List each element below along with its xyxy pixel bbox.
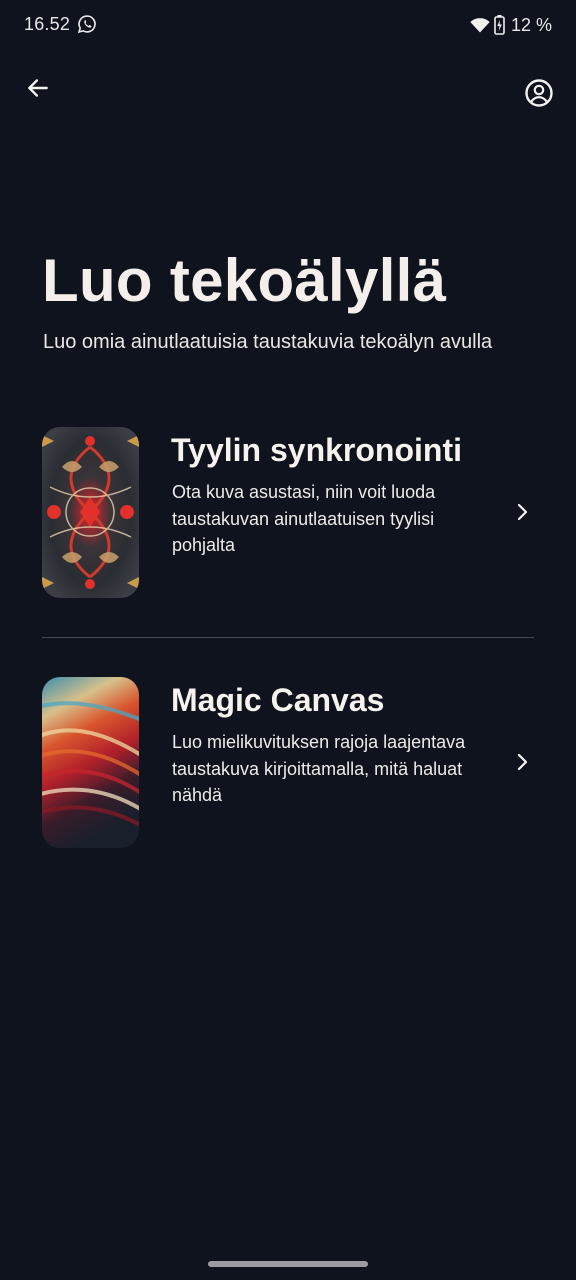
home-indicator[interactable] (208, 1261, 368, 1267)
battery-percentage: 12 % (510, 14, 552, 35)
account-circle-icon (525, 79, 553, 107)
option-title: Tyylin synkronointi (171, 432, 462, 468)
status-time: 16.52 (24, 14, 71, 34)
arrow-back-icon (28, 79, 48, 97)
status-bar: 16.52 12 % (0, 0, 576, 52)
status-right: 12 % (470, 14, 552, 36)
chevron-right-icon (517, 503, 528, 521)
screen: 16.52 12 % Luo tekoälyllä Luo omia ainut… (0, 0, 576, 1280)
option-style-sync[interactable]: Tyylin synkronointi Ota kuva asustasi, n… (0, 424, 576, 604)
option-description: Ota kuva asustasi, niin voit luoda taust… (172, 482, 436, 555)
battery-charging-icon (494, 15, 505, 35)
whatsapp-icon (77, 15, 96, 34)
option-magic-canvas[interactable]: Magic Canvas Luo mielikuvituksen rajoja … (0, 674, 576, 854)
magic-canvas-thumbnail (42, 677, 139, 848)
page-title: Luo tekoälyllä (42, 247, 447, 314)
style-sync-thumbnail (42, 427, 139, 598)
account-button[interactable] (520, 74, 558, 112)
divider (42, 637, 534, 638)
chevron-right-icon (517, 753, 528, 771)
option-title: Magic Canvas (171, 682, 385, 718)
page-subtitle: Luo omia ainutlaatuisia taustakuvia teko… (43, 331, 493, 353)
option-description: Luo mielikuvituksen rajoja laajentava ta… (172, 732, 466, 805)
back-button[interactable] (20, 70, 56, 106)
wifi-icon (470, 18, 490, 33)
